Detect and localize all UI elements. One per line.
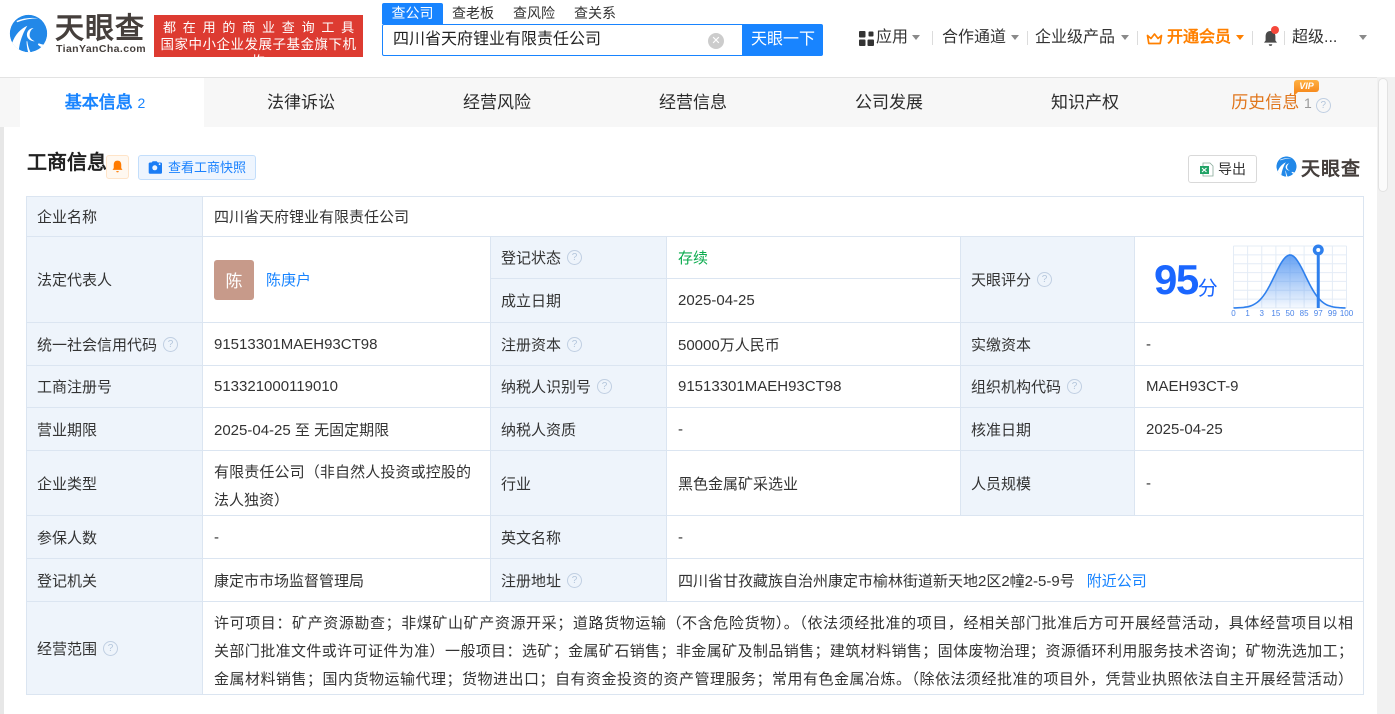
svg-text:97: 97 — [1314, 309, 1323, 318]
svg-text:100: 100 — [1340, 309, 1354, 318]
svg-text:3: 3 — [1260, 309, 1265, 318]
svg-text:0: 0 — [1231, 309, 1236, 318]
svg-text:1: 1 — [1245, 309, 1250, 318]
svg-text:85: 85 — [1300, 309, 1309, 318]
svg-text:15: 15 — [1271, 309, 1280, 318]
svg-text:50: 50 — [1286, 309, 1295, 318]
svg-text:99: 99 — [1328, 309, 1337, 318]
